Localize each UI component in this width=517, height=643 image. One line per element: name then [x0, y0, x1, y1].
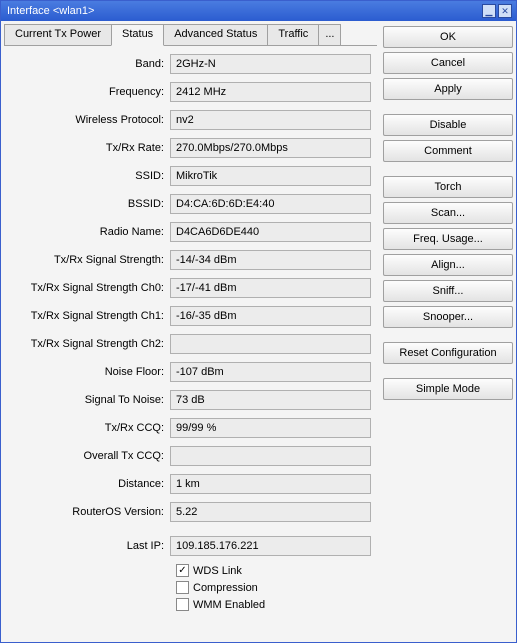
- noise-floor-value: -107 dBm: [170, 362, 371, 382]
- txrx-ccq-label: Tx/Rx CCQ:: [10, 422, 170, 434]
- signal-ch2-label: Tx/Rx Signal Strength Ch2:: [10, 338, 170, 350]
- freq-usage-button[interactable]: Freq. Usage...: [383, 228, 513, 250]
- distance-label: Distance:: [10, 478, 170, 490]
- compression-checkbox[interactable]: [176, 581, 189, 594]
- status-form: Band:2GHz-N Frequency:2412 MHz Wireless …: [4, 46, 377, 639]
- signal-ch1-label: Tx/Rx Signal Strength Ch1:: [10, 310, 170, 322]
- bssid-value: D4:CA:6D:6D:E4:40: [170, 194, 371, 214]
- last-ip-value: 109.185.176.221: [170, 536, 371, 556]
- tab-current-tx-power[interactable]: Current Tx Power: [4, 24, 112, 45]
- ssid-value: MikroTik: [170, 166, 371, 186]
- left-panel: Current Tx Power Status Advanced Status …: [4, 24, 377, 639]
- button-panel: OK Cancel Apply Disable Comment Torch Sc…: [383, 24, 513, 639]
- signal-to-noise-label: Signal To Noise:: [10, 394, 170, 406]
- band-label: Band:: [10, 58, 170, 70]
- align-button[interactable]: Align...: [383, 254, 513, 276]
- wmm-enabled-label: WMM Enabled: [193, 599, 265, 611]
- apply-button[interactable]: Apply: [383, 78, 513, 100]
- compression-row: Compression: [176, 581, 371, 594]
- distance-value: 1 km: [170, 474, 371, 494]
- routeros-version-value: 5.22: [170, 502, 371, 522]
- snooper-button[interactable]: Snooper...: [383, 306, 513, 328]
- scan-button[interactable]: Scan...: [383, 202, 513, 224]
- radio-name-value: D4CA6D6DE440: [170, 222, 371, 242]
- close-icon[interactable]: ✕: [498, 4, 512, 18]
- titlebar-controls: ▁ ✕: [482, 4, 512, 18]
- reset-config-button[interactable]: Reset Configuration: [383, 342, 513, 364]
- radio-name-label: Radio Name:: [10, 226, 170, 238]
- tab-advanced-status[interactable]: Advanced Status: [163, 24, 268, 45]
- wireless-protocol-value: nv2: [170, 110, 371, 130]
- signal-ch0-value: -17/-41 dBm: [170, 278, 371, 298]
- signal-ch2-value: [170, 334, 371, 354]
- ok-button[interactable]: OK: [383, 26, 513, 48]
- wds-link-checkbox[interactable]: ✓: [176, 564, 189, 577]
- signal-ch0-label: Tx/Rx Signal Strength Ch0:: [10, 282, 170, 294]
- minimize-icon[interactable]: ▁: [482, 4, 496, 18]
- signal-strength-label: Tx/Rx Signal Strength:: [10, 254, 170, 266]
- sniff-button[interactable]: Sniff...: [383, 280, 513, 302]
- interface-window: Interface <wlan1> ▁ ✕ Current Tx Power S…: [0, 0, 517, 643]
- disable-button[interactable]: Disable: [383, 114, 513, 136]
- tab-status[interactable]: Status: [111, 24, 164, 46]
- noise-floor-label: Noise Floor:: [10, 366, 170, 378]
- txrx-ccq-value: 99/99 %: [170, 418, 371, 438]
- frequency-label: Frequency:: [10, 86, 170, 98]
- txrx-rate-label: Tx/Rx Rate:: [10, 142, 170, 154]
- cancel-button[interactable]: Cancel: [383, 52, 513, 74]
- tab-more[interactable]: ...: [318, 24, 341, 45]
- frequency-value: 2412 MHz: [170, 82, 371, 102]
- signal-to-noise-value: 73 dB: [170, 390, 371, 410]
- wds-link-row: ✓ WDS Link: [176, 564, 371, 577]
- window-title: Interface <wlan1>: [7, 5, 482, 17]
- signal-strength-value: -14/-34 dBm: [170, 250, 371, 270]
- overall-tx-ccq-value: [170, 446, 371, 466]
- ssid-label: SSID:: [10, 170, 170, 182]
- txrx-rate-value: 270.0Mbps/270.0Mbps: [170, 138, 371, 158]
- tabstrip: Current Tx Power Status Advanced Status …: [4, 24, 377, 46]
- titlebar: Interface <wlan1> ▁ ✕: [1, 1, 516, 21]
- bssid-label: BSSID:: [10, 198, 170, 210]
- simple-mode-button[interactable]: Simple Mode: [383, 378, 513, 400]
- torch-button[interactable]: Torch: [383, 176, 513, 198]
- wmm-enabled-checkbox[interactable]: [176, 598, 189, 611]
- routeros-version-label: RouterOS Version:: [10, 506, 170, 518]
- signal-ch1-value: -16/-35 dBm: [170, 306, 371, 326]
- last-ip-label: Last IP:: [10, 540, 170, 552]
- content: Current Tx Power Status Advanced Status …: [1, 21, 516, 642]
- overall-tx-ccq-label: Overall Tx CCQ:: [10, 450, 170, 462]
- wmm-enabled-row: WMM Enabled: [176, 598, 371, 611]
- comment-button[interactable]: Comment: [383, 140, 513, 162]
- wds-link-label: WDS Link: [193, 565, 242, 577]
- compression-label: Compression: [193, 582, 258, 594]
- wireless-protocol-label: Wireless Protocol:: [10, 114, 170, 126]
- tab-traffic[interactable]: Traffic: [267, 24, 319, 45]
- band-value: 2GHz-N: [170, 54, 371, 74]
